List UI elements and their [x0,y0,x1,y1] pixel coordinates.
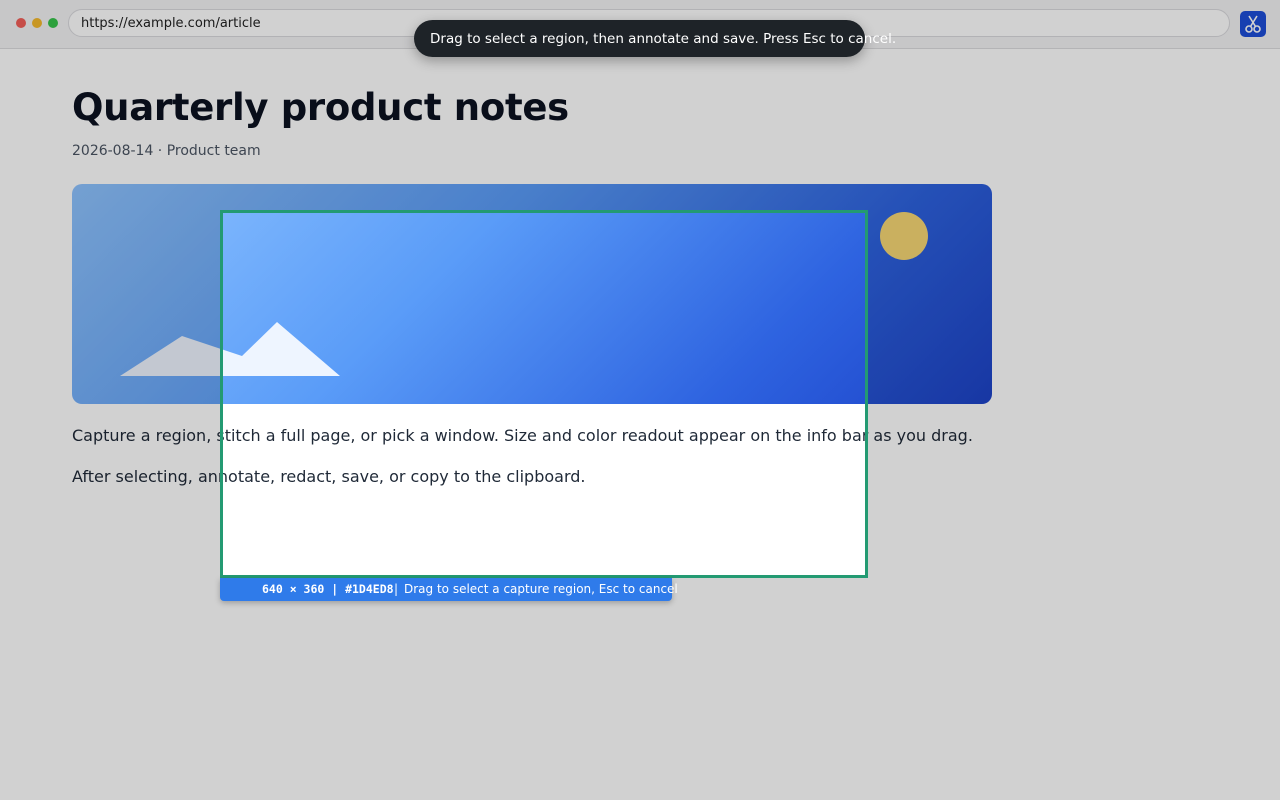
capture-instructions-toast: Drag to select a region, then annotate a… [414,20,896,57]
toast-text: Drag to select a region, then annotate a… [430,31,897,47]
capture-info-bar: 640 × 360 | #1D4ED8 | Drag to select a c… [220,578,678,601]
size-color-readout: 640 × 360 | #1D4ED8 [262,582,394,596]
dim-overlay-bottom [0,578,1280,800]
selection-rectangle[interactable] [220,210,868,578]
dim-overlay-right [868,210,1280,578]
info-hint: Drag to select a capture region, Esc to … [404,582,678,596]
info-separator: | [394,582,399,596]
dim-overlay-left [0,210,220,578]
